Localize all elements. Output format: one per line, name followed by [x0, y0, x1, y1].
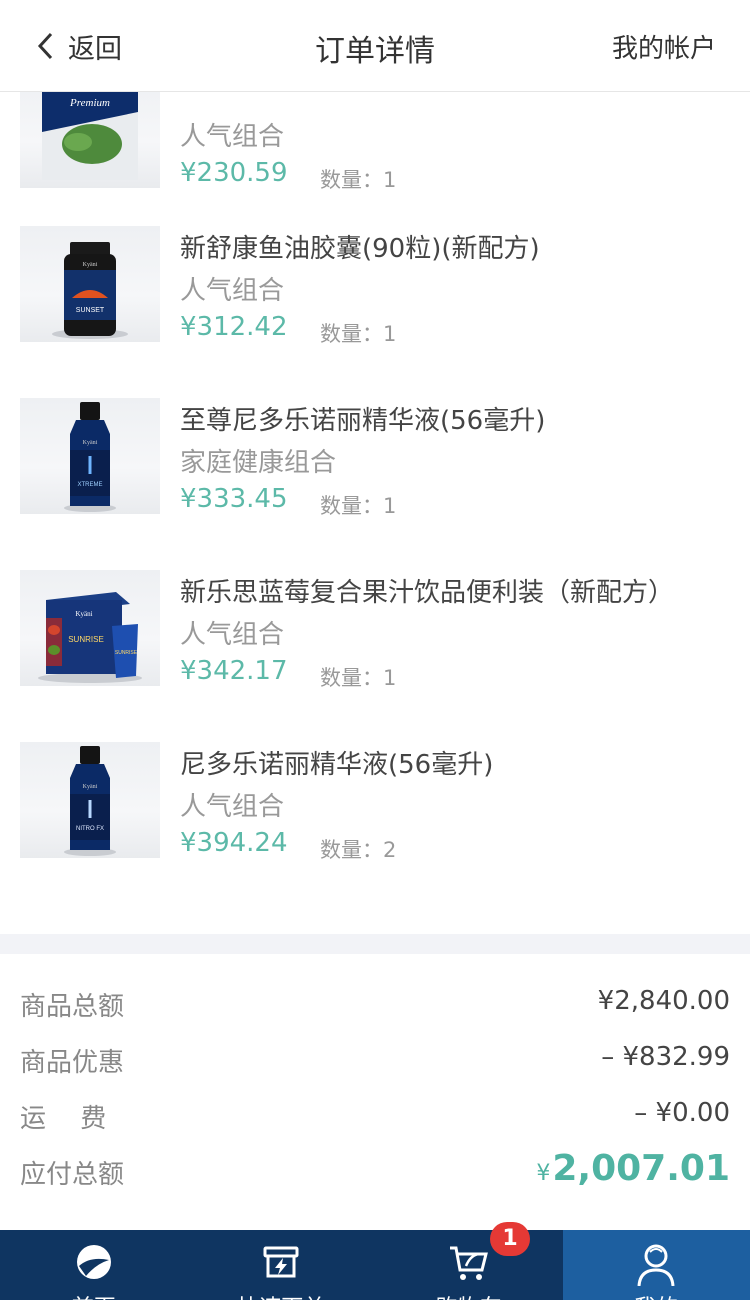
- product-item[interactable]: XTREME Kyäni 至尊尼多乐诺丽精华液(56毫升) 家庭健康组合 ¥33…: [0, 398, 750, 570]
- discount-value: – ¥832.99: [601, 1042, 730, 1072]
- cart-icon: [449, 1246, 488, 1280]
- tab-label: 购物车: [375, 1290, 563, 1300]
- svg-text:Kyäni: Kyäni: [83, 784, 98, 790]
- total-value: 2,007.01: [552, 1148, 730, 1189]
- product-price: ¥230.59: [180, 158, 288, 188]
- user-icon: [637, 1244, 675, 1286]
- tab-my[interactable]: 我的: [562, 1230, 750, 1300]
- product-image-sunset: SUNSET Kyäni: [20, 226, 160, 342]
- product-image-premium-noni-tea: Premium Kyäni: [20, 92, 160, 188]
- product-item[interactable]: NITRO FX Kyäni 尼多乐诺丽精华液(56毫升) 人气组合 ¥394.…: [0, 742, 750, 914]
- total-label: 应付总额: [20, 1160, 125, 1190]
- product-name: 尼多乐诺丽精华液(56毫升): [180, 750, 494, 780]
- shipping-row: 运 费 – ¥0.00: [0, 1098, 750, 1154]
- product-quantity: 数量：2: [320, 838, 397, 862]
- svg-text:Kyäni: Kyäni: [83, 440, 98, 446]
- back-label: 返回: [68, 33, 122, 65]
- product-category: 家庭健康组合: [180, 448, 337, 478]
- svg-text:Kyäni: Kyäni: [75, 610, 92, 618]
- quick-order-icon: [263, 1246, 299, 1278]
- discount-row: 商品优惠 – ¥832.99: [0, 1042, 750, 1098]
- product-item[interactable]: Premium Kyäni 人气组合 ¥230.59 数量：1: [0, 92, 750, 244]
- product-price: ¥333.45: [180, 484, 288, 514]
- svg-text:NITRO FX: NITRO FX: [76, 826, 104, 832]
- tab-label: 快速下单: [188, 1290, 376, 1300]
- product-name: 新舒康鱼油胶囊(90粒)(新配方): [180, 234, 540, 264]
- subtotal-value: ¥2,840.00: [597, 986, 730, 1016]
- svg-text:SUNRISE: SUNRISE: [115, 650, 138, 656]
- my-account-link[interactable]: 我的帐户: [612, 28, 716, 65]
- svg-text:SUNRISE: SUNRISE: [68, 635, 104, 644]
- total-row: 应付总额 ¥ 2,007.01: [0, 1148, 750, 1210]
- shipping-label: 运 费: [20, 1104, 107, 1134]
- product-image-nitro-fx: NITRO FX Kyäni: [20, 742, 160, 858]
- product-price: ¥394.24: [180, 828, 288, 858]
- total-currency: ¥: [536, 1161, 551, 1186]
- back-button[interactable]: 返回: [36, 26, 122, 66]
- bottom-tab-bar: 首页 快速下单 购物车 我的: [0, 1230, 750, 1300]
- tab-label: 首页: [0, 1290, 188, 1300]
- header-bar: 返回 订单详情 我的帐户: [0, 0, 750, 92]
- product-quantity: 数量：1: [320, 322, 397, 346]
- product-quantity: 数量：1: [320, 494, 397, 518]
- svg-text:SUNSET: SUNSET: [76, 307, 105, 314]
- product-price: ¥312.42: [180, 312, 288, 342]
- tab-label: 我的: [563, 1290, 750, 1300]
- product-list: Premium Kyäni 人气组合 ¥230.59 数量：1 SUNSET K…: [0, 92, 750, 932]
- product-image-sunrise: SUNRISE Kyäni SUNRISE: [20, 570, 160, 686]
- product-category: 人气组合: [180, 276, 285, 306]
- discount-label: 商品优惠: [20, 1048, 125, 1078]
- product-category: 人气组合: [180, 620, 285, 650]
- product-category: 人气组合: [180, 792, 285, 822]
- cart-count-badge: 1: [490, 1222, 530, 1256]
- product-quantity: 数量：1: [320, 168, 397, 192]
- tab-home[interactable]: 首页: [0, 1230, 188, 1300]
- shipping-value: – ¥0.00: [634, 1098, 730, 1128]
- section-divider: [0, 934, 750, 954]
- svg-text:Premium: Premium: [69, 97, 110, 109]
- product-name: 至尊尼多乐诺丽精华液(56毫升): [180, 406, 546, 436]
- subtotal-row: 商品总额 ¥2,840.00: [0, 986, 750, 1042]
- chevron-left-icon: [37, 32, 53, 60]
- product-name: 新乐思蓝莓复合果汁饮品便利装（新配方）: [180, 578, 675, 608]
- svg-text:XTREME: XTREME: [77, 482, 102, 488]
- order-summary: 商品总额 ¥2,840.00 商品优惠 – ¥832.99 运 费 – ¥0.0…: [0, 954, 750, 1230]
- product-item[interactable]: SUNRISE Kyäni SUNRISE 新乐思蓝莓复合果汁饮品便利装（新配方…: [0, 570, 750, 742]
- svg-text:Kyäni: Kyäni: [83, 262, 98, 268]
- subtotal-label: 商品总额: [20, 992, 125, 1022]
- product-category: 人气组合: [180, 122, 285, 152]
- total-amount: ¥ 2,007.01: [536, 1148, 730, 1189]
- product-price: ¥342.17: [180, 656, 288, 686]
- home-logo-icon: [76, 1245, 111, 1279]
- product-item[interactable]: SUNSET Kyäni 新舒康鱼油胶囊(90粒)(新配方) 人气组合 ¥312…: [0, 226, 750, 398]
- tab-cart[interactable]: 购物车: [375, 1230, 563, 1300]
- product-image-xtreme: XTREME Kyäni: [20, 398, 160, 514]
- tab-quick-order[interactable]: 快速下单: [188, 1230, 376, 1300]
- product-quantity: 数量：1: [320, 666, 397, 690]
